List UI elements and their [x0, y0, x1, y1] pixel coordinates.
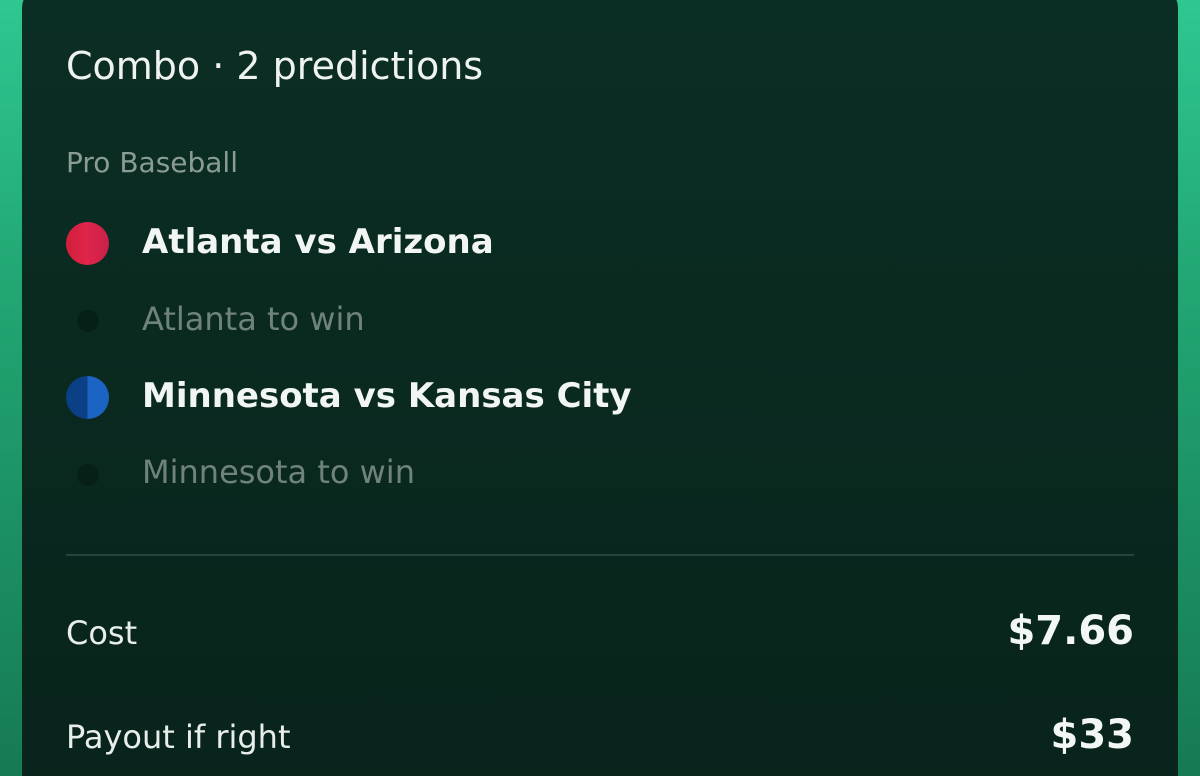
cost-value: $7.66: [1007, 608, 1134, 654]
game-matchup-2: Minnesota vs Kansas City: [142, 376, 632, 416]
prediction-label-2: Minnesota to win: [142, 453, 415, 491]
game-matchup-1: Atlanta vs Arizona: [142, 222, 494, 262]
combo-card[interactable]: Combo · 2 predictions Pro Baseball Atlan…: [22, 0, 1178, 776]
pick-bullet-icon: [77, 464, 99, 486]
team-logo-icon: [66, 222, 109, 265]
payout-label: Payout if right: [66, 718, 291, 756]
team-logo-icon: [66, 376, 109, 419]
cost-label: Cost: [66, 614, 138, 652]
pick-bullet-icon: [77, 310, 99, 332]
prediction-label-1: Atlanta to win: [142, 300, 365, 338]
combo-title: Combo · 2 predictions: [66, 44, 484, 88]
league-label: Pro Baseball: [66, 146, 238, 179]
divider: [66, 554, 1134, 556]
payout-value: $33: [1050, 712, 1135, 758]
